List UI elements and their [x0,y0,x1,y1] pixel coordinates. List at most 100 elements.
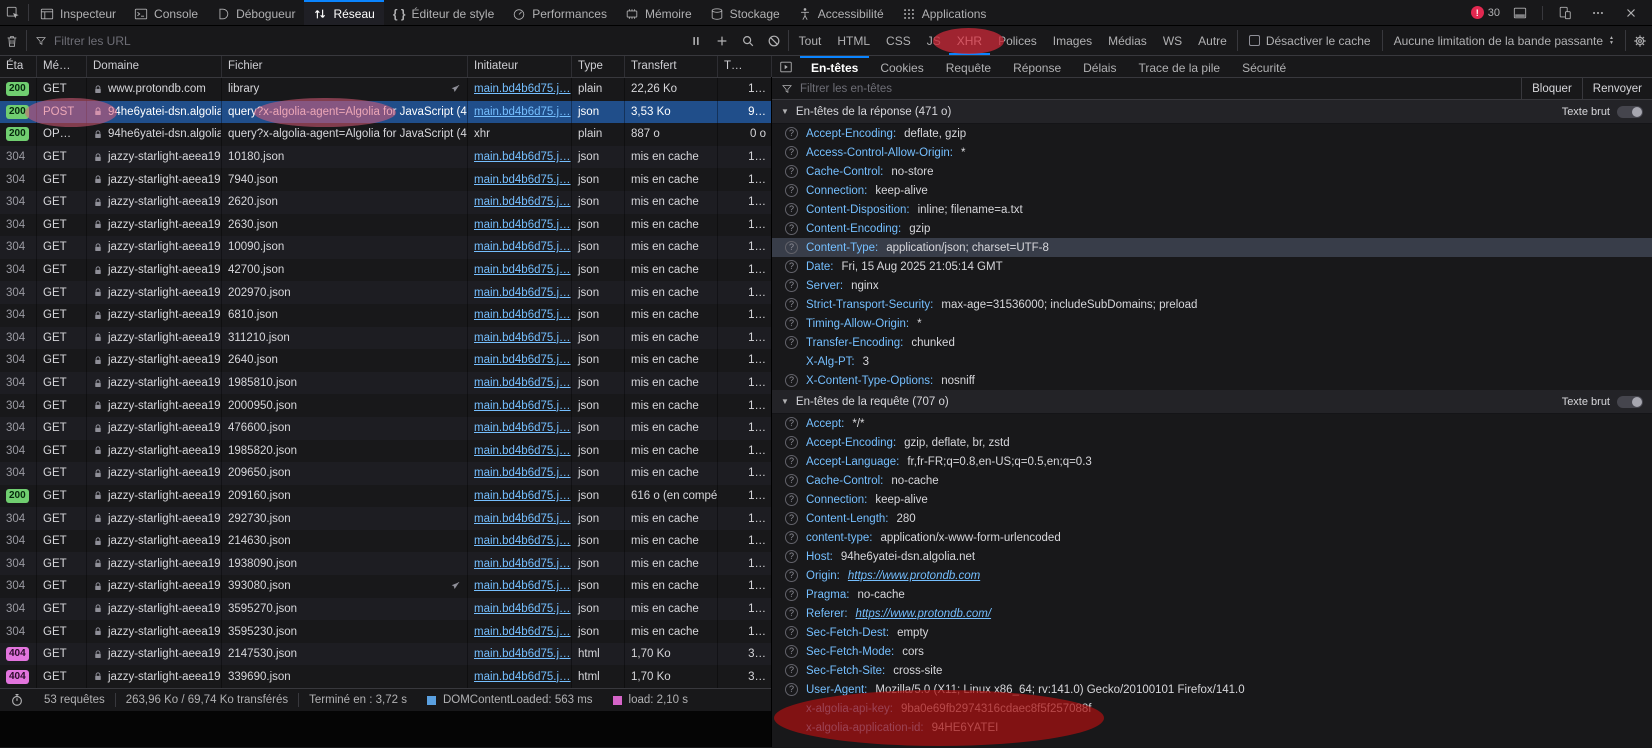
toolbox-tab-applications[interactable]: Applications [893,0,996,25]
header-help-icon[interactable]: ? [785,241,798,254]
header-row-x-content-type-options[interactable]: ? X-Content-Type-Options: nosniff [772,371,1652,390]
toolbox-tab-console[interactable]: Console [125,0,207,25]
column-header-3[interactable]: Fichier [222,56,468,77]
type-filter-médias[interactable]: Médias [1100,26,1155,55]
initiator-link[interactable]: main.bd4b6d75.j… [474,490,571,502]
block-requests-button[interactable] [762,26,786,55]
new-request-button[interactable] [710,26,734,55]
request-row[interactable]: 200 GET jazzy-starlight-aeea19.netli… 20… [0,485,771,508]
header-row-pragma[interactable]: ? Pragma: no-cache [772,585,1652,604]
header-help-icon[interactable]: ? [785,336,798,349]
header-help-icon[interactable]: ? [785,550,798,563]
url-filter-input[interactable] [54,34,684,48]
header-row-sec-fetch-dest[interactable]: ? Sec-Fetch-Dest: empty [772,623,1652,642]
element-picker-button[interactable] [0,0,26,25]
header-row-timing-allow-origin[interactable]: ? Timing-Allow-Origin: * [772,314,1652,333]
header-help-icon[interactable]: ? [785,222,798,235]
header-row-x-algolia-api-key[interactable]: ? x-algolia-api-key: 9ba0e69fb2974316cda… [772,699,1652,718]
initiator-link[interactable]: main.bd4b6d75.j… [474,377,571,389]
initiator-link[interactable]: main.bd4b6d75.j… [474,106,571,118]
header-help-icon[interactable]: ? [785,474,798,487]
header-help-icon[interactable]: ? [785,607,798,620]
header-row-sec-fetch-mode[interactable]: ? Sec-Fetch-Mode: cors [772,642,1652,661]
request-row[interactable]: 304 GET jazzy-starlight-aeea19.netli… 29… [0,507,771,530]
header-row-content-type[interactable]: ? content-type: application/x-www-form-u… [772,528,1652,547]
type-filter-images[interactable]: Images [1045,26,1100,55]
initiator-link[interactable]: main.bd4b6d75.j… [474,580,571,592]
header-row-sec-fetch-site[interactable]: ? Sec-Fetch-Site: cross-site [772,661,1652,680]
initiator-link[interactable]: main.bd4b6d75.j… [474,287,571,299]
request-row[interactable]: 404 GET jazzy-starlight-aeea19.netli… 33… [0,665,771,688]
header-help-icon[interactable]: ? [785,317,798,330]
toolbox-tab-stockage[interactable]: Stockage [701,0,789,25]
header-row-cache-control[interactable]: ? Cache-Control: no-cache [772,471,1652,490]
disable-cache-checkbox[interactable] [1249,35,1260,46]
request-row[interactable]: 304 GET jazzy-starlight-aeea19.netli… 31… [0,327,771,350]
request-row[interactable]: 304 GET jazzy-starlight-aeea19.netli… 19… [0,552,771,575]
request-row[interactable]: 304 GET jazzy-starlight-aeea19.netli… 42… [0,259,771,282]
request-row[interactable]: 200 GET www.protondb.com library main.bd… [0,78,771,101]
initiator-link[interactable]: main.bd4b6d75.j… [474,332,571,344]
request-row[interactable]: 304 GET jazzy-starlight-aeea19.netli… 20… [0,394,771,417]
request-row[interactable]: 200 OP… 94he6yatei-dsn.algolia.net query… [0,123,771,146]
header-help-icon[interactable]: ? [785,664,798,677]
header-row-content-length[interactable]: ? Content-Length: 280 [772,509,1652,528]
toolbox-tab-accessibilite[interactable]: Accessibilité [789,0,893,25]
initiator-link[interactable]: main.bd4b6d75.j… [474,603,571,615]
type-filter-polices[interactable]: Polices [990,26,1045,55]
initiator-link[interactable]: main.bd4b6d75.j… [474,648,571,660]
request-row[interactable]: 304 GET jazzy-starlight-aeea19.netli… 10… [0,236,771,259]
toolbox-tab-performances[interactable]: Performances [503,0,616,25]
column-header-4[interactable]: Initiateur [468,56,572,77]
header-row-cache-control[interactable]: ? Cache-Control: no-store [772,162,1652,181]
toolbox-tab-memoire[interactable]: Mémoire [616,0,701,25]
request-row[interactable]: 304 GET jazzy-starlight-aeea19.netli… 39… [0,575,771,598]
column-header-5[interactable]: Type [572,56,625,77]
error-count-badge[interactable]: !30 [1471,6,1500,19]
header-row-user-agent[interactable]: ? User-Agent: Mozilla/5.0 (X11; Linux x8… [772,680,1652,699]
request-row[interactable]: 304 GET jazzy-starlight-aeea19.netli… 21… [0,530,771,553]
details-tab-trace-de-la-pile[interactable]: Trace de la pile [1127,56,1231,77]
type-filter-html[interactable]: HTML [829,26,878,55]
split-console-button[interactable] [1507,6,1533,20]
disable-cache-label[interactable]: Désactiver le cache [1266,34,1371,48]
close-devtools-button[interactable] [1618,6,1644,20]
responsive-mode-button[interactable] [1552,6,1578,20]
request-row[interactable]: 304 GET jazzy-starlight-aeea19.netli… 26… [0,214,771,237]
initiator-link[interactable]: main.bd4b6d75.j… [474,151,571,163]
details-tab-cookies[interactable]: Cookies [869,56,934,77]
header-row-strict-transport-security[interactable]: ? Strict-Transport-Security: max-age=315… [772,295,1652,314]
header-help-icon[interactable]: ? [785,436,798,449]
request-row[interactable]: 304 GET jazzy-starlight-aeea19.netli… 26… [0,191,771,214]
details-tab-r-ponse[interactable]: Réponse [1002,56,1072,77]
request-row[interactable]: 304 GET jazzy-starlight-aeea19.netli… 20… [0,281,771,304]
initiator-link[interactable]: main.bd4b6d75.j… [474,354,571,366]
type-filter-ws[interactable]: WS [1155,26,1190,55]
initiator-link[interactable]: main.bd4b6d75.j… [474,196,571,208]
header-help-icon[interactable]: ? [785,455,798,468]
header-row-accept-language[interactable]: ? Accept-Language: fr,fr-FR;q=0.8,en-US;… [772,452,1652,471]
headers-filter-input[interactable] [800,83,1514,95]
request-row[interactable]: 304 GET jazzy-starlight-aeea19.netli… 68… [0,304,771,327]
header-row-content-disposition[interactable]: ? Content-Disposition: inline; filename=… [772,200,1652,219]
header-row-host[interactable]: ? Host: 94he6yatei-dsn.algolia.net [772,547,1652,566]
request-row[interactable]: 304 GET jazzy-starlight-aeea19.netli… 10… [0,146,771,169]
header-help-icon[interactable]: ? [785,146,798,159]
panel-toggle-button[interactable] [772,56,800,77]
details-tab-s-curit-[interactable]: Sécurité [1231,56,1297,77]
request-row[interactable]: 304 GET jazzy-starlight-aeea19.netli… 19… [0,372,771,395]
type-filter-js[interactable]: JS [919,26,949,55]
toolbox-tab-editeur-de-style[interactable]: { }Éditeur de style [384,0,503,25]
block-url-button[interactable]: Bloquer [1521,78,1582,99]
devtools-menu-button[interactable] [1585,6,1611,20]
resend-request-button[interactable]: Renvoyer [1582,78,1652,99]
toolbox-tab-reseau[interactable]: Réseau [304,0,383,25]
header-help-icon[interactable]: ? [785,683,798,696]
initiator-link[interactable]: main.bd4b6d75.j… [474,445,571,457]
header-row-accept[interactable]: ? Accept: */* [772,414,1652,433]
initiator-link[interactable]: main.bd4b6d75.j… [474,671,571,683]
column-header-6[interactable]: Transfert [625,56,718,77]
search-button[interactable] [736,26,760,55]
header-value[interactable]: https://www.protondb.com/ [856,608,992,620]
type-filter-xhr[interactable]: XHR [949,26,990,55]
